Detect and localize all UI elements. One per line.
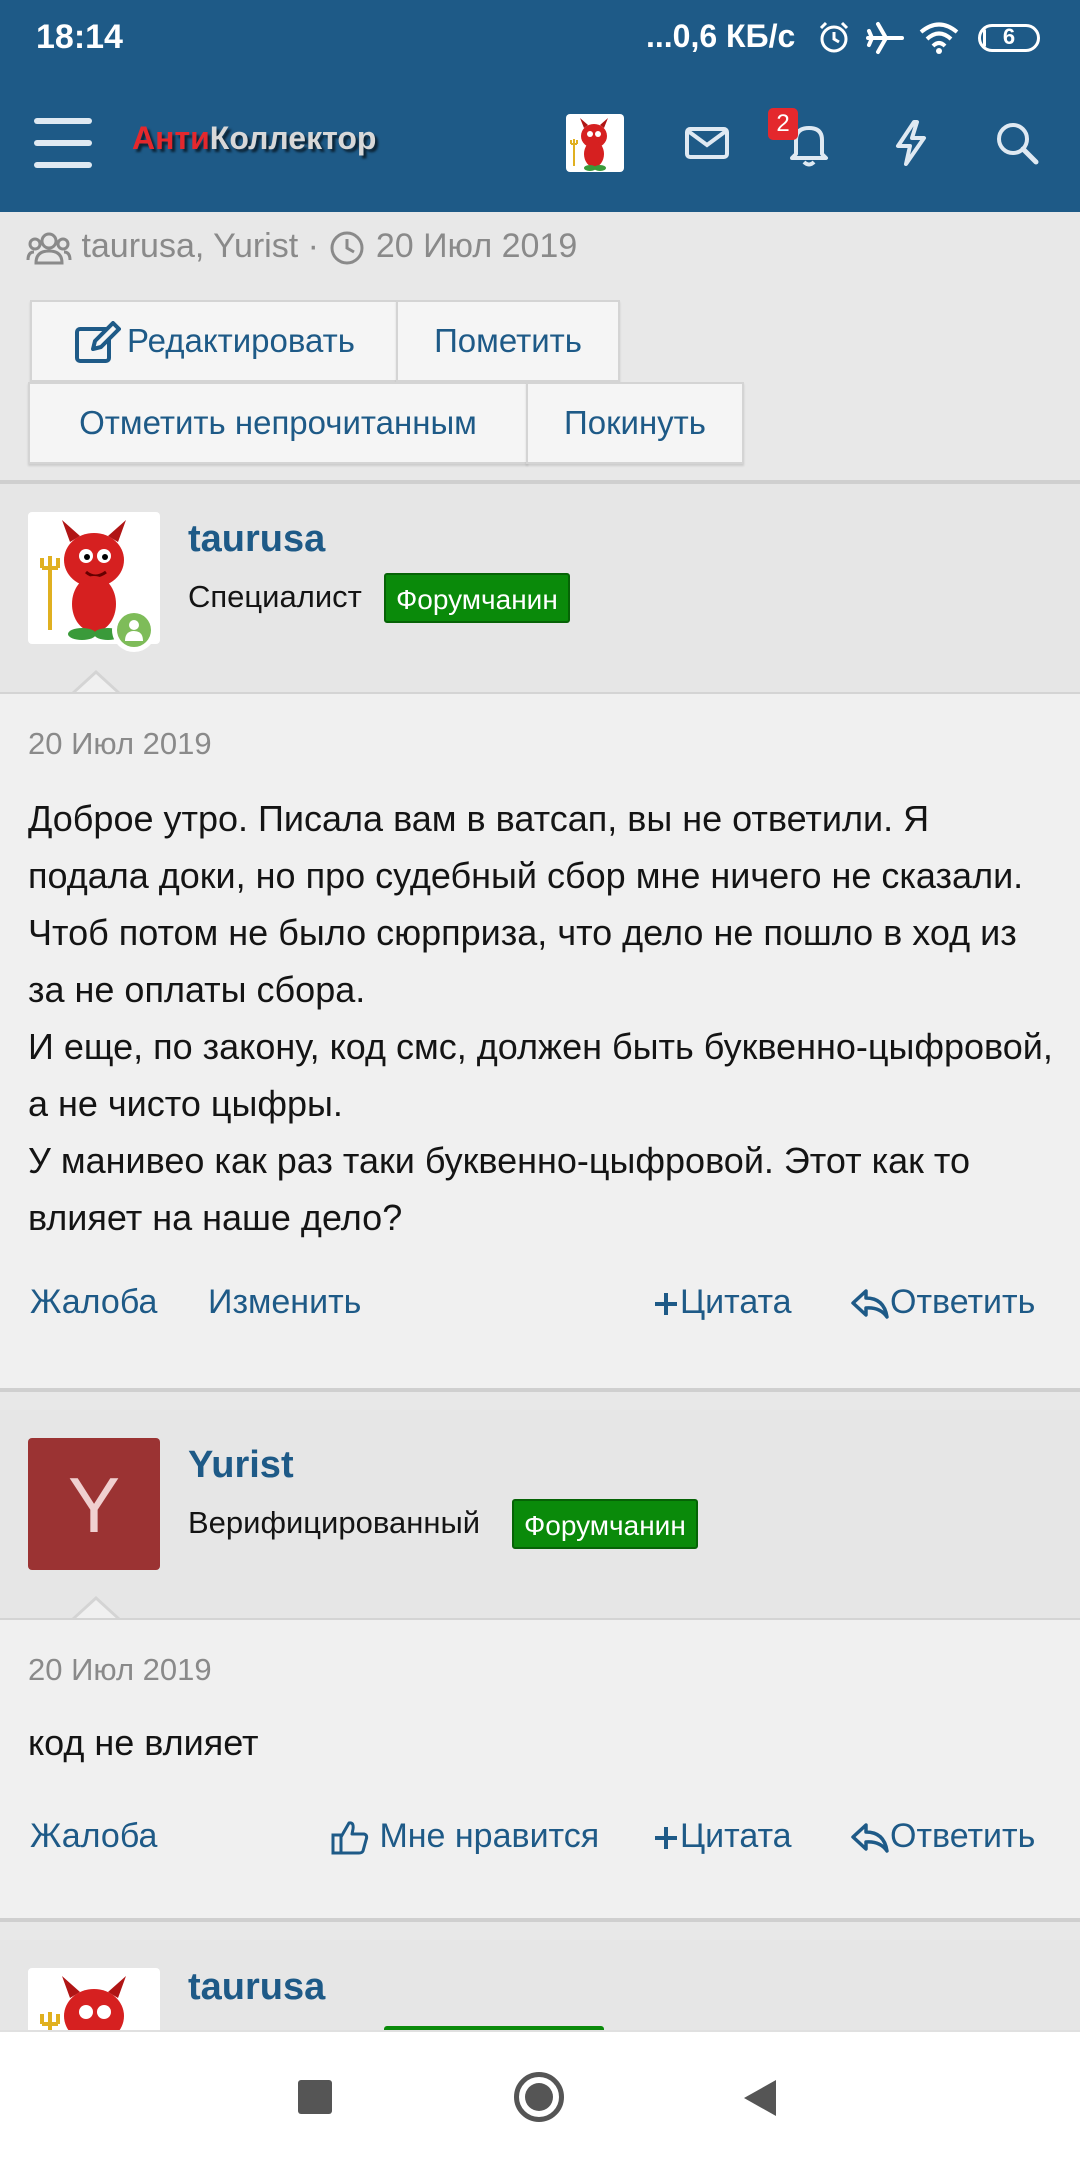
post-separator [0,1388,1080,1392]
author-name[interactable]: taurusa [188,1966,325,2009]
message-paragraph: У манивео как раз таки буквенно-цыфровой… [28,1140,971,1238]
arrow-notch-inner [74,1600,118,1620]
message-text: Доброе утро. Писала вам в ватсап, вы не … [28,790,1058,1246]
thread-date: 20 Июл 2019 [375,227,578,265]
author-user-title: Специалист [188,579,362,614]
report-link[interactable]: Жалоба [30,1280,157,1324]
app-top-bar: 18:14 ...0,6 КБ/с 6 АнтиКоллектор 2 [0,0,1080,212]
airplane-mode-icon [866,22,904,54]
edit-thread-label: Редактировать [127,322,355,359]
arrow-notch-inner [74,674,118,694]
like-label: Мне нравится [379,1817,600,1855]
mark-unread-button[interactable]: Отметить непрочитанным [28,382,528,464]
edit-icon [75,321,122,364]
plus-icon [655,1293,677,1316]
reply-link[interactable]: Ответить [850,1814,1035,1858]
quote-label: Цитата [680,1283,792,1321]
back-icon[interactable] [740,2076,780,2120]
lightning-icon[interactable] [884,116,938,170]
user-banner: Форумчанин [512,1499,698,1549]
author-name[interactable]: Yurist [188,1444,294,1487]
author-name[interactable]: taurusa [188,518,325,561]
alerts-badge: 2 [768,108,798,140]
online-status-indicator [112,608,156,652]
battery-level: 6 [1002,24,1016,49]
participants-icon [26,232,72,265]
edit-post-link[interactable]: Изменить [208,1280,361,1324]
recent-apps-icon[interactable] [298,2080,332,2114]
quote-label: Цитата [680,1817,792,1855]
status-bar: 18:14 ...0,6 КБ/с 6 [0,0,1080,80]
report-link[interactable]: Жалоба [30,1814,157,1858]
message-yurist: Y Yurist Верифицированный Форумчанин 20 … [0,1410,1080,1920]
message-text: код не влияет [28,1714,1058,1771]
user-banner: Форумчанин [384,573,570,623]
clock-icon [330,231,364,265]
author-avatar[interactable]: Y [28,1438,160,1570]
logo-part-1: Анти [132,120,210,156]
message-body: 20 Июл 2019 Доброе утро. Писала вам в ва… [0,692,1080,1390]
system-navigation-bar [0,2030,1080,2162]
alarm-icon [819,21,849,53]
home-icon[interactable] [514,2072,564,2122]
post-separator [0,1918,1080,1922]
message-paragraph: И еще, по закону, код смс, должен быть б… [28,1026,1053,1124]
inbox-icon[interactable] [680,116,734,170]
thread-participants: taurusa, Yurist [81,227,299,265]
message-taurusa-1: taurusa Специалист Форумчанин 20 Июл 201… [0,484,1080,1390]
thumbs-up-icon [331,1821,369,1855]
author-avatar[interactable] [28,1968,160,2030]
message-body: 20 Июл 2019 код не влияет Жалоба Мне нра… [0,1618,1080,1920]
message-date[interactable]: 20 Июл 2019 [28,726,212,762]
like-link[interactable]: Мне нравится [330,1814,599,1858]
devil-mascot-icon [570,118,608,171]
mark-unread-label: Отметить непрочитанным [79,404,477,441]
wifi-icon [919,22,959,54]
reply-icon [851,1289,889,1319]
user-avatar[interactable] [566,114,624,172]
reply-label: Ответить [890,1283,1036,1321]
leave-thread-button[interactable]: Покинуть [526,382,744,464]
plus-icon [655,1827,677,1850]
search-icon[interactable] [990,116,1044,170]
network-speed: ...0,6 КБ/с [646,18,796,54]
reply-link[interactable]: Ответить [850,1280,1035,1324]
logo-part-2: Коллектор [209,120,377,156]
reply-label: Ответить [890,1817,1036,1855]
menu-icon[interactable] [34,118,92,168]
user-icon [125,620,143,641]
author-user-title: Верифицированный [188,1505,481,1540]
message-date[interactable]: 20 Июл 2019 [28,1652,212,1688]
mark-thread-label: Пометить [434,322,582,359]
reply-icon [851,1823,889,1853]
meta-separator: · [307,227,319,265]
message-paragraph: Доброе утро. Писала вам в ватсап, вы не … [28,798,1024,1010]
site-header: АнтиКоллектор 2 [0,80,1080,212]
site-logo[interactable]: АнтиКоллектор [132,120,376,157]
message-paragraph: код не влияет [28,1722,259,1763]
status-time: 18:14 [36,18,123,56]
message-taurusa-2: taurusa [0,1940,1080,2030]
leave-thread-label: Покинуть [564,404,706,441]
quote-link[interactable]: Цитата [652,1814,792,1858]
edit-thread-button[interactable]: Редактировать [30,300,398,382]
quote-link[interactable]: Цитата [652,1280,792,1324]
battery-icon: 6 [978,24,1040,52]
avatar-letter: Y [67,1461,121,1549]
mark-thread-button[interactable]: Пометить [396,300,620,382]
thread-meta: taurusa, Yurist · 20 Июл 2019 [26,226,577,266]
devil-mascot-icon [40,1976,126,2030]
